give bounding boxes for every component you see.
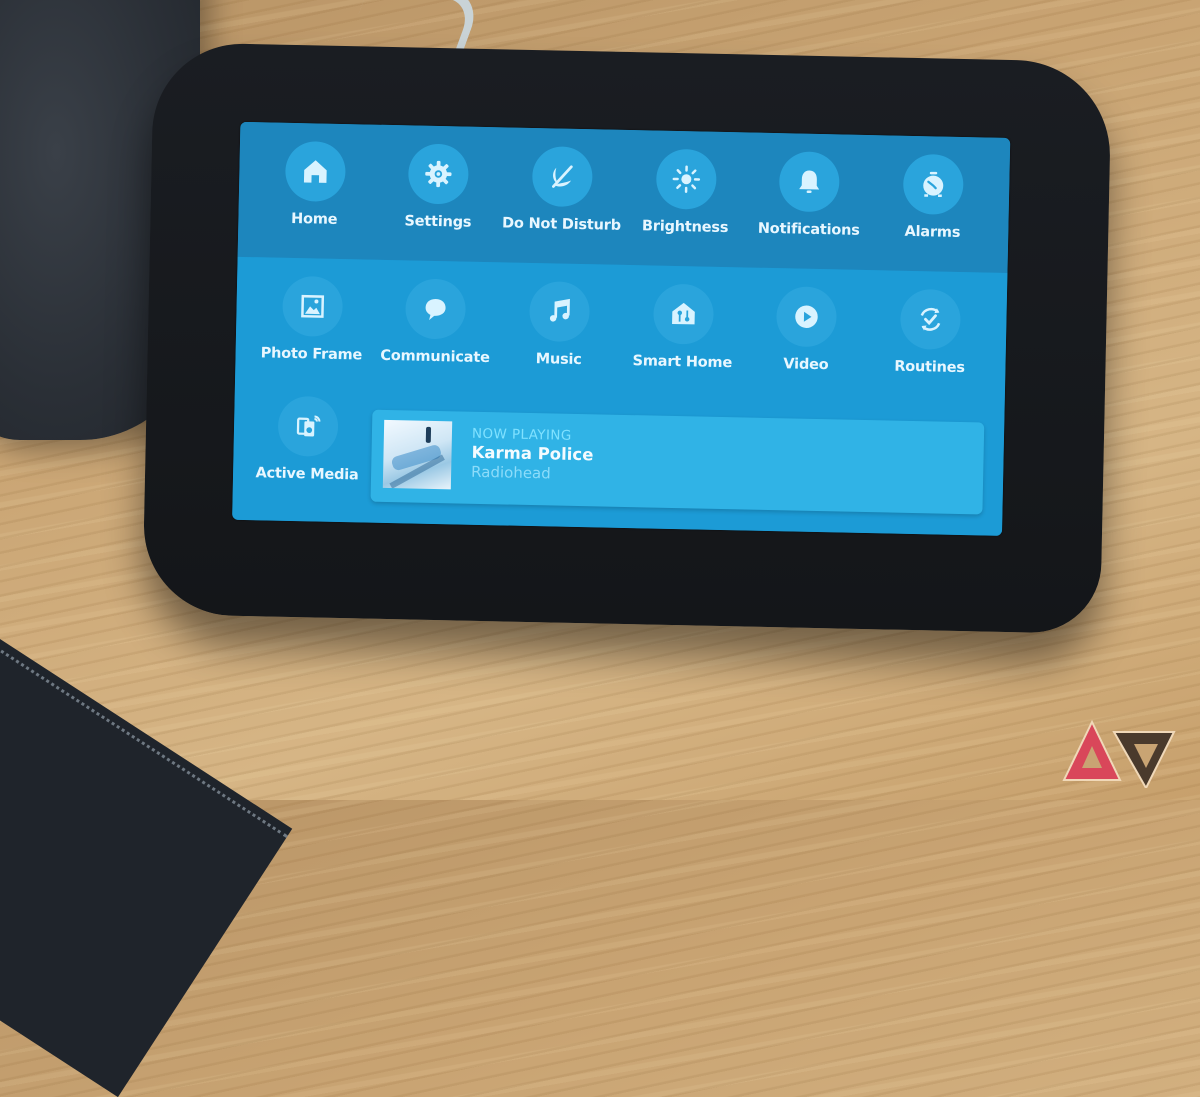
home-icon (300, 156, 331, 187)
track-artist: Radiohead (471, 463, 551, 483)
echo-show-device: Home Settings Do Not Disturb Brightness … (142, 42, 1112, 634)
tile-video[interactable]: Video (746, 268, 868, 374)
moon-slash-icon (547, 161, 578, 192)
stitching (0, 607, 288, 838)
speakers-icon (293, 411, 324, 442)
tile-label: Photo Frame (260, 345, 362, 363)
speech-bubble-icon (421, 294, 452, 325)
tile-brightness[interactable]: Brightness (625, 130, 747, 236)
gear-icon (424, 159, 455, 190)
tile-label: Alarms (904, 224, 960, 241)
tile-home[interactable]: Home (254, 122, 376, 228)
tile-label: Communicate (380, 348, 490, 366)
now-playing-heading: NOW PLAYING (472, 426, 572, 444)
tile-label: Do Not Disturb (502, 215, 621, 233)
device-screen: Home Settings Do Not Disturb Brightness … (232, 122, 1010, 536)
fabric-mat (0, 600, 292, 1097)
now-playing-card[interactable]: NOW PLAYING Karma Police Radiohead (371, 410, 985, 515)
track-title: Karma Police (471, 443, 593, 465)
tile-label: Brightness (642, 218, 729, 236)
bell-icon (794, 166, 825, 197)
tile-do-not-disturb[interactable]: Do Not Disturb (501, 127, 623, 233)
tile-routines[interactable]: Routines (869, 270, 991, 376)
tile-label: Music (536, 351, 582, 368)
tile-label: Routines (894, 359, 965, 376)
apps-panel: Photo Frame Communicate Music Smart Home… (232, 257, 1007, 536)
routines-check-icon (915, 304, 946, 335)
tile-notifications[interactable]: Notifications (749, 133, 871, 239)
tile-label: Home (291, 211, 338, 228)
alarm-clock-icon (918, 169, 949, 200)
tile-label: Settings (404, 213, 471, 230)
tile-alarms[interactable]: Alarms (872, 135, 994, 241)
tile-active-media[interactable]: Active Media (247, 389, 369, 483)
smart-home-icon (668, 299, 699, 330)
tile-communicate[interactable]: Communicate (375, 260, 497, 366)
tile-label: Video (783, 356, 828, 373)
apps-row: Photo Frame Communicate Music Smart Home… (235, 257, 1008, 403)
tile-photo-frame[interactable]: Photo Frame (251, 257, 373, 363)
music-note-icon (544, 296, 575, 327)
play-icon (792, 301, 823, 332)
watermark-logo-icon (1058, 708, 1178, 788)
tile-settings[interactable]: Settings (378, 125, 500, 231)
photo-icon (297, 291, 328, 322)
sun-icon (671, 164, 702, 195)
tile-music[interactable]: Music (499, 262, 621, 368)
tile-label: Notifications (758, 221, 860, 239)
media-row: Active Media NOW PLAYING Karma Police Ra… (232, 389, 1004, 525)
album-art (383, 420, 452, 489)
tile-label: Smart Home (632, 353, 732, 371)
quick-actions-row: Home Settings Do Not Disturb Brightness … (238, 122, 1011, 273)
tile-label: Active Media (255, 465, 358, 483)
tile-smart-home[interactable]: Smart Home (622, 265, 744, 371)
